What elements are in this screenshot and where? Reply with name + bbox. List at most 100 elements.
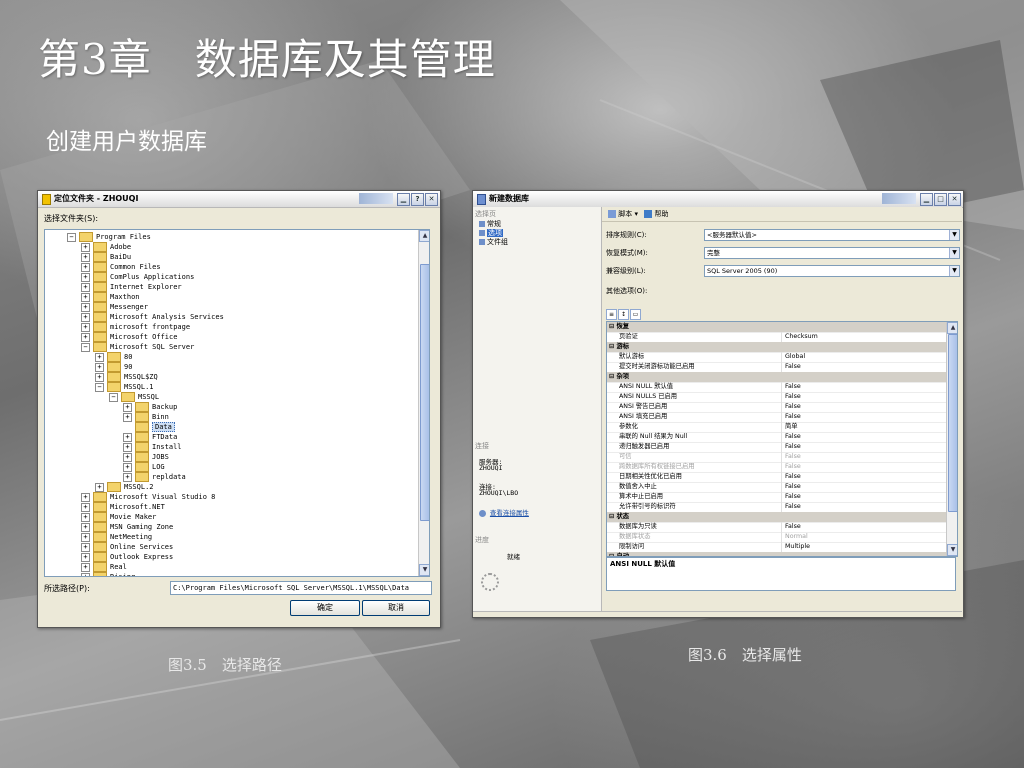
folder-tree-item[interactable]: + Microsoft.NET xyxy=(81,502,165,512)
expand-icon[interactable]: + xyxy=(95,372,104,382)
expand-icon[interactable]: + xyxy=(81,292,90,302)
newdb-titlebar[interactable]: 新建数据库 ▁ □ ✕ xyxy=(473,191,963,208)
folder-tree-item[interactable]: + Microsoft Visual Studio 8 xyxy=(81,492,215,502)
expand-icon[interactable]: + xyxy=(81,572,90,576)
folder-tree-item[interactable]: + MSN Gaming Zone xyxy=(81,522,173,532)
collation-select[interactable]: <服务器默认值> ▼ xyxy=(704,229,960,241)
folder-tree-item[interactable]: − Program Files xyxy=(67,232,151,242)
minimize-button[interactable]: ▁ xyxy=(397,193,410,206)
property-grid[interactable]: ⊟ 恢复 页验证 Checksum ⊟ 游标 默认游标 Global 提交时关闭游标功能已启… xyxy=(606,321,958,557)
expand-icon[interactable]: + xyxy=(81,492,90,502)
folder-tree-item[interactable]: + Outlook Express xyxy=(81,552,173,562)
expand-icon[interactable]: + xyxy=(95,362,104,372)
folder-tree-item[interactable]: + repldata xyxy=(123,472,186,482)
expand-icon[interactable]: + xyxy=(95,482,104,492)
folder-tree-item[interactable]: − MSSQL xyxy=(109,392,159,402)
folder-tree-item[interactable]: + FTData xyxy=(123,432,177,442)
help-button[interactable]: ? xyxy=(411,193,424,206)
folder-tree-item[interactable]: +80 xyxy=(95,352,132,362)
property-value[interactable]: False xyxy=(781,392,945,402)
maximize-button[interactable]: □ xyxy=(934,193,947,206)
property-value[interactable]: Multiple xyxy=(781,542,945,552)
folder-tree-item[interactable]: + JOBS xyxy=(123,452,169,462)
property-value[interactable]: False xyxy=(781,412,945,422)
property-value[interactable]: False xyxy=(781,402,945,412)
folder-tree-item[interactable]: + Backup xyxy=(123,402,177,412)
expand-icon[interactable]: + xyxy=(81,242,90,252)
expand-icon[interactable]: + xyxy=(81,532,90,542)
scroll-up-arrow-icon[interactable]: ▲ xyxy=(947,322,957,334)
folder-tree-item[interactable]: + LOG xyxy=(123,462,165,472)
cancel-button[interactable]: 取消 xyxy=(895,617,947,618)
folder-tree-item[interactable]: + Microsoft Office xyxy=(81,332,177,342)
expand-icon[interactable]: + xyxy=(123,412,132,422)
expand-icon[interactable]: + xyxy=(81,332,90,342)
expand-icon[interactable]: + xyxy=(81,312,90,322)
chevron-down-icon[interactable]: ▼ xyxy=(949,266,959,276)
property-value[interactable]: False xyxy=(781,502,945,512)
property-pages-icon[interactable]: ▭ xyxy=(630,309,641,320)
folder-tree-item[interactable]: + MSSQL.2 xyxy=(95,482,154,492)
scroll-thumb[interactable] xyxy=(420,264,429,521)
expand-icon[interactable]: + xyxy=(81,262,90,272)
scroll-thumb[interactable] xyxy=(948,334,957,512)
close-button[interactable]: ✕ xyxy=(948,193,961,206)
collapse-icon[interactable]: − xyxy=(67,232,76,242)
expand-icon[interactable]: + xyxy=(81,542,90,552)
expand-icon[interactable]: + xyxy=(123,452,132,462)
property-value[interactable]: Normal xyxy=(781,532,945,542)
property-value[interactable]: False xyxy=(781,452,945,462)
property-value[interactable]: False xyxy=(781,432,945,442)
collapse-icon[interactable]: − xyxy=(81,342,90,352)
property-value[interactable]: False xyxy=(781,362,945,372)
view-connection-properties[interactable]: 查看连接属性 xyxy=(479,507,529,517)
expand-icon[interactable]: + xyxy=(81,512,90,522)
expand-icon[interactable]: + xyxy=(81,322,90,332)
property-value[interactable]: False xyxy=(781,442,945,452)
folder-tree-item[interactable]: + Internet Explorer xyxy=(81,282,182,292)
folder-tree-item[interactable]: − MSSQL.1 xyxy=(95,382,154,392)
page-filegroups[interactable]: 文件组 xyxy=(479,237,508,247)
minimize-button[interactable]: ▁ xyxy=(920,193,933,206)
folder-tree-item-selected[interactable]: Data xyxy=(123,422,175,432)
expand-icon[interactable]: + xyxy=(81,502,90,512)
folder-tree-item[interactable]: + Movie Maker xyxy=(81,512,156,522)
tree-scrollbar[interactable]: ▲ ▼ xyxy=(418,230,429,576)
property-value[interactable]: False xyxy=(781,462,945,472)
expand-icon[interactable]: + xyxy=(81,272,90,282)
folder-tree-item[interactable]: + Microsoft Analysis Services xyxy=(81,312,224,322)
folder-tree-item[interactable]: + NetMeeting xyxy=(81,532,152,542)
chevron-down-icon[interactable]: ▼ xyxy=(949,230,959,240)
folder-tree-item[interactable]: +90 xyxy=(95,362,132,372)
property-value[interactable]: False xyxy=(781,522,945,532)
property-scrollbar[interactable]: ▲ ▼ xyxy=(946,322,957,556)
folder-tree-item[interactable]: + Messenger xyxy=(81,302,148,312)
selected-path-field[interactable]: C:\Program Files\Microsoft SQL Server\MS… xyxy=(170,581,432,595)
property-value[interactable]: False xyxy=(781,382,945,392)
chevron-down-icon[interactable]: ▼ xyxy=(949,248,959,258)
scroll-down-arrow-icon[interactable]: ▼ xyxy=(419,564,429,576)
expand-icon[interactable]: + xyxy=(81,302,90,312)
folder-tree-item[interactable]: + Binn xyxy=(123,412,169,422)
script-dropdown-icon[interactable]: ▾ xyxy=(634,210,638,218)
expand-icon[interactable]: + xyxy=(123,442,132,452)
expand-icon[interactable]: + xyxy=(81,282,90,292)
folder-tree-item[interactable]: + Maxthon xyxy=(81,292,140,302)
help-button[interactable]: 帮助 xyxy=(654,210,668,218)
property-value[interactable]: Global xyxy=(781,352,945,362)
recovery-model-select[interactable]: 完整 ▼ xyxy=(704,247,960,259)
property-value[interactable]: False xyxy=(781,472,945,482)
folder-tree-item[interactable]: + Common Files xyxy=(81,262,161,272)
property-value[interactable]: False xyxy=(781,482,945,492)
folder-dialog-titlebar[interactable]: 定位文件夹 - ZHOUQI ▁ ? ✕ xyxy=(38,191,440,208)
cancel-button[interactable]: 取消 xyxy=(362,600,430,616)
collapse-icon[interactable]: − xyxy=(109,392,118,402)
ok-button[interactable]: 确定 xyxy=(290,600,360,616)
property-value[interactable]: False xyxy=(781,492,945,502)
ok-button[interactable]: 确定 xyxy=(839,617,891,618)
folder-tree-item[interactable]: + BaiDu xyxy=(81,252,131,262)
folder-tree-item[interactable]: + Adobe xyxy=(81,242,131,252)
collapse-icon[interactable]: − xyxy=(95,382,104,392)
expand-icon[interactable]: + xyxy=(123,432,132,442)
compat-level-select[interactable]: SQL Server 2005 (90) ▼ xyxy=(704,265,960,277)
